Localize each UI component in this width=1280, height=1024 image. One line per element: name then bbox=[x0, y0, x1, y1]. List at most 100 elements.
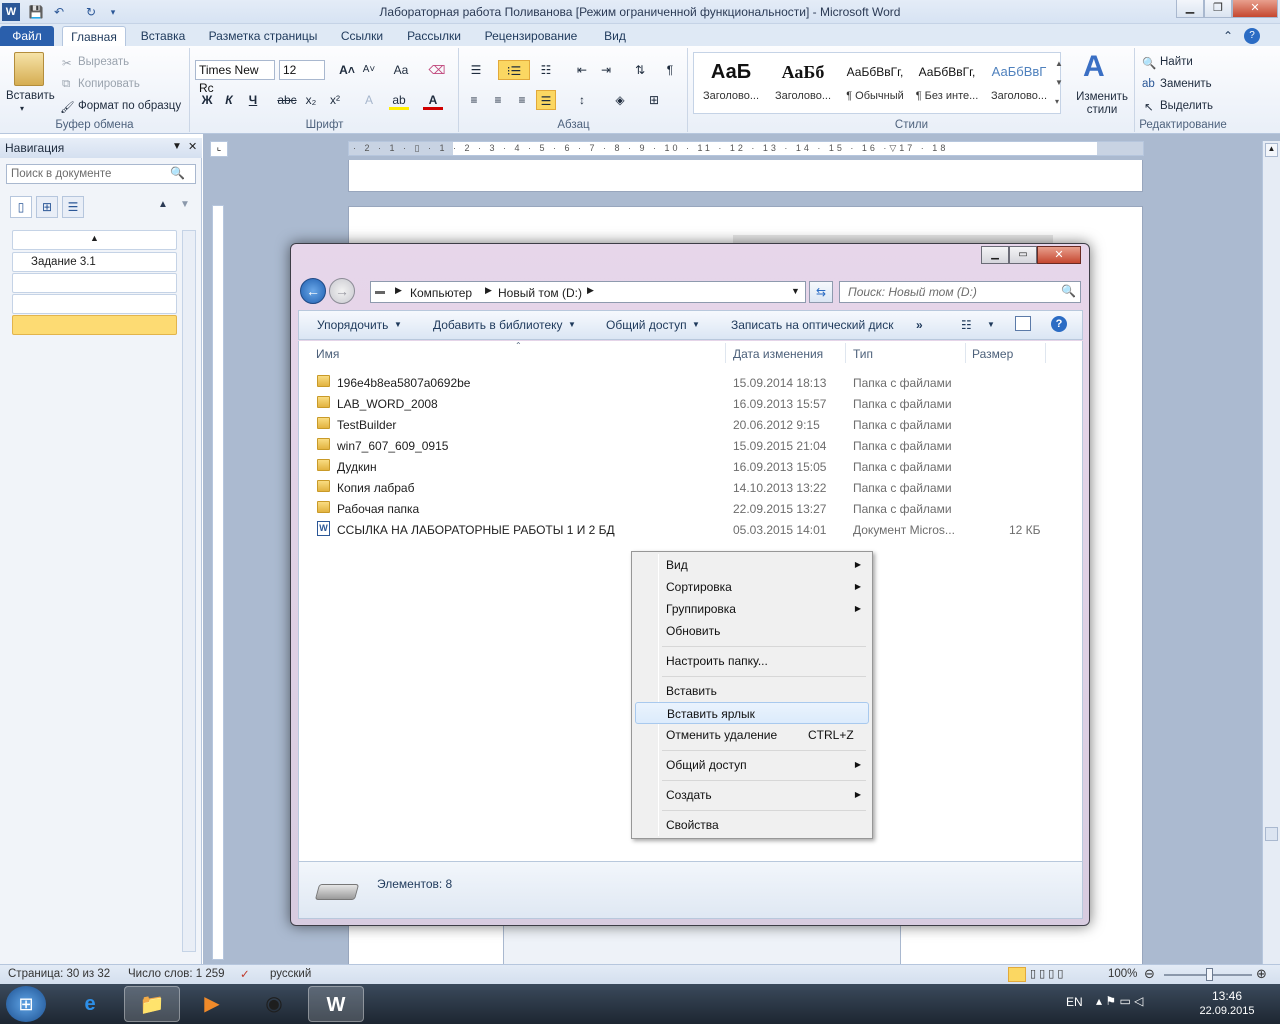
replace-button[interactable]: Заменить bbox=[1160, 78, 1212, 90]
multilevel-list-icon[interactable]: ☷ bbox=[536, 60, 556, 80]
nav-headings-tab-icon[interactable]: ▯ bbox=[10, 196, 32, 218]
explorer-taskbar-icon[interactable]: 📁 bbox=[124, 986, 180, 1022]
change-case-icon[interactable]: Aa bbox=[391, 60, 411, 80]
menu-item-new[interactable]: Создать ▶ bbox=[635, 784, 869, 806]
nav-scrollbar[interactable] bbox=[182, 230, 196, 952]
file-row[interactable]: 196e4b8ea5807a0692be 15.09.2014 18:13 Па… bbox=[316, 372, 1061, 393]
text-effects-icon[interactable]: A bbox=[359, 90, 379, 110]
align-center-icon[interactable]: ≡ bbox=[488, 90, 508, 110]
scroll-thumb[interactable] bbox=[1265, 827, 1278, 841]
column-header-size[interactable]: Размер bbox=[972, 347, 1013, 361]
tab-file[interactable]: Файл bbox=[0, 26, 54, 46]
forward-button[interactable]: → bbox=[329, 278, 355, 304]
nav-prev-icon[interactable]: ▲ bbox=[158, 199, 168, 210]
breadcrumb-separator-icon[interactable]: ▶ bbox=[395, 285, 402, 296]
clear-formatting-icon[interactable]: ⌫ bbox=[427, 60, 447, 80]
tab-mailings[interactable]: Рассылки bbox=[398, 26, 470, 46]
file-row[interactable]: win7_607_609_0915 15.09.2015 21:04 Папка… bbox=[316, 435, 1061, 456]
shrink-font-icon[interactable]: A˅ bbox=[359, 60, 379, 80]
back-button[interactable]: ← bbox=[300, 278, 326, 304]
preview-pane-icon[interactable] bbox=[1015, 316, 1031, 331]
tab-home[interactable]: Главная bbox=[62, 26, 126, 46]
nav-heading-item[interactable] bbox=[12, 273, 177, 293]
maximize-button[interactable]: ❐ bbox=[1204, 0, 1232, 18]
input-language[interactable]: EN bbox=[1066, 995, 1083, 1009]
increase-indent-icon[interactable]: ⇥ bbox=[596, 60, 616, 80]
bold-icon[interactable]: Ж bbox=[197, 90, 217, 110]
menu-item-paste[interactable]: Вставить bbox=[635, 680, 869, 702]
format-painter-button[interactable]: Формат по образцу bbox=[78, 100, 181, 112]
menu-item-refresh[interactable]: Обновить bbox=[635, 620, 869, 642]
explorer-search-input[interactable]: Поиск: Новый том (D:) bbox=[839, 281, 1081, 303]
justify-icon[interactable]: ☰ bbox=[536, 90, 556, 110]
tab-page-layout[interactable]: Разметка страницы bbox=[200, 26, 326, 46]
burn-button[interactable]: Записать на оптический диск bbox=[731, 318, 894, 332]
zoom-out-icon[interactable]: ⊖ bbox=[1144, 966, 1155, 982]
select-button[interactable]: Выделить bbox=[1160, 100, 1213, 112]
help-icon[interactable]: ? bbox=[1244, 28, 1260, 44]
more-commands-button[interactable]: » bbox=[916, 318, 923, 332]
style-heading-1[interactable]: АаБ Заголово... bbox=[695, 54, 767, 112]
decrease-indent-icon[interactable]: ⇤ bbox=[572, 60, 592, 80]
cut-icon[interactable]: ✂ bbox=[62, 56, 72, 70]
font-name-combo[interactable]: Times New Rc bbox=[195, 60, 275, 95]
chrome-icon[interactable]: ◉ bbox=[246, 986, 302, 1022]
menu-item-share[interactable]: Общий доступ ▶ bbox=[635, 754, 869, 776]
pilcrow-icon[interactable]: ¶ bbox=[660, 60, 680, 80]
copy-button[interactable]: Копировать bbox=[78, 78, 140, 90]
column-header-date[interactable]: Дата изменения bbox=[733, 347, 823, 361]
media-player-icon[interactable]: ▶ bbox=[184, 986, 240, 1022]
language-indicator[interactable]: русский bbox=[270, 968, 311, 980]
nav-collapse-item[interactable]: ▲ bbox=[12, 230, 177, 250]
copy-icon[interactable]: ⧉ bbox=[62, 78, 70, 91]
minimize-ribbon-icon[interactable]: ⌃ bbox=[1218, 26, 1238, 46]
print-layout-icon[interactable] bbox=[1008, 967, 1026, 982]
menu-item-customize-folder[interactable]: Настроить папку... bbox=[635, 650, 869, 672]
clock-time[interactable]: 13:46 bbox=[1200, 989, 1254, 1003]
shading-icon[interactable]: ◈ bbox=[610, 90, 630, 110]
clock-date[interactable]: 22.09.2015 bbox=[1196, 1005, 1258, 1017]
subscript-icon[interactable]: x₂ bbox=[301, 90, 321, 110]
view-modes-icon[interactable]: ▯ ▯ ▯ ▯ bbox=[1030, 967, 1063, 980]
line-spacing-icon[interactable]: ↕ bbox=[572, 90, 592, 110]
file-row[interactable]: LAB_WORD_2008 16.09.2013 15:57 Папка с ф… bbox=[316, 393, 1061, 414]
internet-explorer-icon[interactable]: e bbox=[62, 986, 118, 1022]
find-button[interactable]: Найти bbox=[1160, 56, 1193, 68]
close-button[interactable]: ✕ bbox=[1232, 0, 1278, 18]
font-color-icon[interactable]: A bbox=[423, 90, 443, 110]
breadcrumb-computer[interactable]: Компьютер bbox=[410, 286, 472, 300]
style-heading-3[interactable]: АаБбВвГ Заголово... bbox=[983, 54, 1055, 112]
breadcrumb-separator-icon[interactable]: ▶ bbox=[485, 285, 492, 296]
nav-pane-close-icon[interactable]: ✕ bbox=[188, 140, 197, 153]
menu-item-undo-delete[interactable]: Отменить удаление CTRL+Z bbox=[635, 724, 869, 746]
paste-dropdown-icon[interactable]: ▾ bbox=[20, 104, 24, 113]
paste-button[interactable]: Вставить bbox=[6, 90, 55, 102]
vertical-scrollbar[interactable]: ▲ bbox=[1262, 141, 1280, 964]
tab-view[interactable]: Вид bbox=[592, 26, 638, 46]
numbering-icon[interactable]: ⁝☰ bbox=[498, 60, 530, 80]
nav-pages-tab-icon[interactable]: ⊞ bbox=[36, 196, 58, 218]
word-taskbar-icon[interactable]: W bbox=[308, 986, 364, 1022]
format-painter-icon[interactable]: 🖌 bbox=[60, 100, 75, 114]
word-count[interactable]: Число слов: 1 259 bbox=[128, 968, 225, 980]
nav-heading-item[interactable]: Задание 3.1 bbox=[12, 252, 177, 272]
tray-icons[interactable]: ▴ ⚑ ▭ ◁ bbox=[1096, 994, 1143, 1008]
zoom-in-icon[interactable]: ⊕ bbox=[1256, 966, 1267, 982]
explorer-minimize-button[interactable]: ▁ bbox=[981, 246, 1009, 264]
font-size-combo[interactable]: 12 bbox=[279, 60, 325, 80]
share-dropdown-icon[interactable]: ▼ bbox=[692, 320, 700, 329]
refresh-icon[interactable]: ⇆ bbox=[809, 281, 833, 303]
scroll-up-icon[interactable]: ▲ bbox=[1265, 143, 1278, 157]
tab-review[interactable]: Рецензирование bbox=[476, 26, 586, 46]
superscript-icon[interactable]: x² bbox=[325, 90, 345, 110]
explorer-close-button[interactable]: ✕ bbox=[1037, 246, 1081, 264]
share-button[interactable]: Общий доступ bbox=[606, 318, 687, 332]
menu-item-paste-shortcut[interactable]: Вставить ярлык bbox=[635, 702, 869, 724]
nav-pane-menu-icon[interactable]: ▼ bbox=[172, 141, 182, 152]
start-button[interactable]: ⊞ bbox=[6, 986, 46, 1022]
highlight-icon[interactable]: ab bbox=[389, 90, 409, 110]
change-styles-button[interactable]: Изменить стили bbox=[1075, 91, 1129, 117]
column-header-name[interactable]: Имя bbox=[316, 347, 339, 361]
find-icon[interactable]: 🔍 bbox=[1142, 56, 1156, 70]
style-normal[interactable]: АаБбВвГг, ¶ Обычный bbox=[839, 54, 911, 112]
